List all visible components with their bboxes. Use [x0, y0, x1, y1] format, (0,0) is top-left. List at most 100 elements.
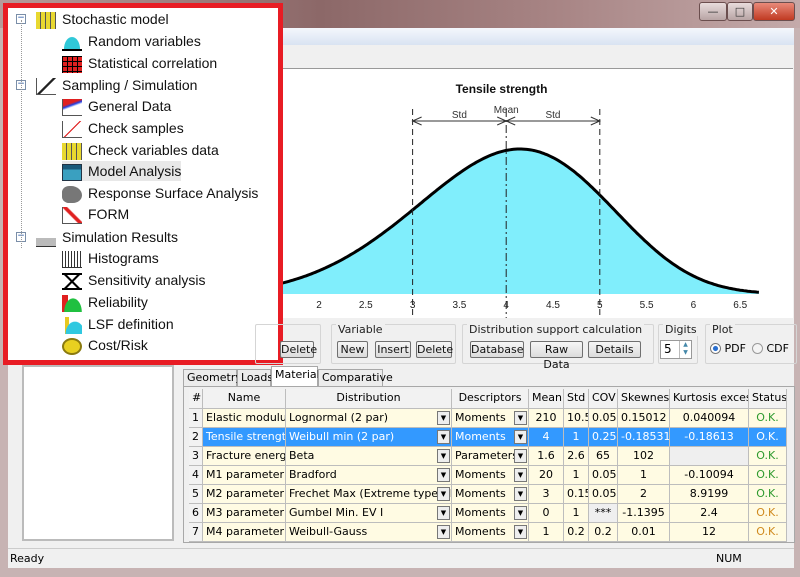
column-header[interactable]: Mean [529, 389, 564, 409]
std-cell[interactable]: 0.15 [564, 485, 589, 504]
dropdown-arrow-icon[interactable]: ▼ [437, 468, 450, 482]
dropdown-arrow-icon[interactable]: ▼ [437, 411, 450, 425]
pdf-radio[interactable]: PDF [710, 342, 746, 355]
tab-comparative-values[interactable]: Comparative values [318, 369, 393, 400]
skewness-cell[interactable]: 0.01 [618, 523, 670, 542]
descriptors-select[interactable]: Parameters ▼ [452, 447, 529, 466]
dropdown-arrow-icon[interactable]: ▼ [514, 525, 527, 539]
name-cell[interactable]: M3 parameter [203, 504, 286, 523]
tree-item-sensitivity-analysis[interactable]: Sensitivity analysis [62, 270, 206, 290]
descriptors-select[interactable]: Moments ▼ [452, 485, 529, 504]
skewness-cell[interactable]: 2 [618, 485, 670, 504]
dropdown-arrow-icon[interactable]: ▼ [514, 411, 527, 425]
mean-cell[interactable]: 0 [529, 504, 564, 523]
cdf-radio[interactable]: CDF [752, 342, 789, 355]
tree-item-simulation-results[interactable]: Simulation Results [36, 227, 178, 247]
raw-data-button[interactable]: Raw Data [530, 341, 583, 371]
distribution-select[interactable]: Gumbel Min. EV I ▼ [286, 504, 452, 523]
descriptors-select[interactable]: Moments ▼ [452, 523, 529, 542]
std-cell[interactable]: 0.2 [564, 523, 589, 542]
digits-spinner[interactable]: 5 ▲ ▼ [660, 340, 692, 359]
delete-variable-button[interactable]: Delete [416, 341, 453, 358]
tree-item-random-variables[interactable]: Random variables [62, 31, 201, 51]
descriptors-select[interactable]: Moments ▼ [452, 466, 529, 485]
name-cell[interactable]: M1 parameter [203, 466, 286, 485]
cov-cell[interactable]: *** [589, 504, 618, 523]
tree-item-general-data[interactable]: General Data [62, 96, 171, 116]
column-header[interactable]: Kurtosis excess [670, 389, 749, 409]
std-cell[interactable]: 1 [564, 504, 589, 523]
tree-item-histograms[interactable]: Histograms [62, 248, 159, 268]
mean-cell[interactable]: 4 [529, 428, 564, 447]
minimize-button[interactable]: — [699, 2, 727, 21]
descriptors-select[interactable]: Moments ▼ [452, 409, 529, 428]
tree-item-statistical-correlation[interactable]: Statistical correlation [62, 53, 217, 73]
dropdown-arrow-icon[interactable]: ▼ [514, 468, 527, 482]
name-cell[interactable]: M2 parameter [203, 485, 286, 504]
column-header[interactable]: Descriptors [452, 389, 529, 409]
skewness-cell[interactable]: 1 [618, 466, 670, 485]
skewness-cell[interactable]: -1.1395 [618, 504, 670, 523]
tree-item-check-samples[interactable]: Check samples [62, 118, 184, 138]
distribution-select[interactable]: Weibull-Gauss ▼ [286, 523, 452, 542]
tab-geometry[interactable]: Geometry [183, 369, 242, 386]
tree-item-stochastic-model[interactable]: Stochastic model [36, 9, 169, 29]
name-cell[interactable]: Tensile strength [203, 428, 286, 447]
distribution-select[interactable]: Frechet Max (Extreme type III) ▼ [286, 485, 452, 504]
column-header[interactable]: # [189, 389, 203, 409]
tree-item-cost-risk[interactable]: Cost/Risk [62, 335, 148, 355]
distribution-select[interactable]: Bradford ▼ [286, 466, 452, 485]
dropdown-arrow-icon[interactable]: ▼ [514, 506, 527, 520]
close-button[interactable]: ✕ [753, 2, 795, 21]
mean-cell[interactable]: 3 [529, 485, 564, 504]
dropdown-arrow-icon[interactable]: ▼ [437, 449, 450, 463]
variable-list[interactable] [22, 365, 174, 541]
cov-cell[interactable]: 0.05 [589, 466, 618, 485]
tree-item-lsf-definition[interactable]: LSF definition [62, 314, 174, 334]
cov-cell[interactable]: 0.2 [589, 523, 618, 542]
maximize-button[interactable]: □ [727, 2, 753, 21]
std-cell[interactable]: 1 [564, 428, 589, 447]
spinner-arrows-icon[interactable]: ▲ ▼ [679, 341, 691, 358]
dropdown-arrow-icon[interactable]: ▼ [514, 430, 527, 444]
dropdown-arrow-icon[interactable]: ▼ [437, 506, 450, 520]
tab-material[interactable]: Material [271, 366, 320, 386]
column-header[interactable]: Std [564, 389, 589, 409]
tree-item-sampling-simulation[interactable]: Sampling / Simulation [36, 75, 197, 95]
cov-cell[interactable]: 0.05 [589, 409, 618, 428]
distribution-select[interactable]: Beta ▼ [286, 447, 452, 466]
column-header[interactable]: Skewness [618, 389, 670, 409]
dropdown-arrow-icon[interactable]: ▼ [437, 487, 450, 501]
mean-cell[interactable]: 1 [529, 523, 564, 542]
cov-cell[interactable]: 0.25 [589, 428, 618, 447]
skewness-cell[interactable]: -0.18531 [618, 428, 670, 447]
distribution-select[interactable]: Lognormal (2 par) ▼ [286, 409, 452, 428]
delete-button-1[interactable]: Delete [280, 341, 317, 358]
name-cell[interactable]: Elastic modulus [203, 409, 286, 428]
cov-cell[interactable]: 65 [589, 447, 618, 466]
tree-item-model-analysis[interactable]: Model Analysis [62, 161, 182, 181]
dropdown-arrow-icon[interactable]: ▼ [514, 449, 527, 463]
tab-loads[interactable]: Loads [237, 369, 273, 386]
skewness-cell[interactable]: 102 [618, 447, 670, 466]
skewness-cell[interactable]: 0.15012 [618, 409, 670, 428]
column-header[interactable]: COV [589, 389, 618, 409]
dropdown-arrow-icon[interactable]: ▼ [437, 525, 450, 539]
cov-cell[interactable]: 0.05 [589, 485, 618, 504]
name-cell[interactable]: Fracture energy [203, 447, 286, 466]
column-header[interactable]: Distribution [286, 389, 452, 409]
details-button[interactable]: Details [588, 341, 641, 358]
std-cell[interactable]: 10.5 [564, 409, 589, 428]
name-cell[interactable]: M4 parameter [203, 523, 286, 542]
mean-cell[interactable]: 210 [529, 409, 564, 428]
column-header[interactable]: Name [203, 389, 286, 409]
distribution-select[interactable]: Weibull min (2 par) ▼ [286, 428, 452, 447]
dropdown-arrow-icon[interactable]: ▼ [514, 487, 527, 501]
column-header[interactable]: Status [749, 389, 787, 409]
dropdown-arrow-icon[interactable]: ▼ [437, 430, 450, 444]
mean-cell[interactable]: 1.6 [529, 447, 564, 466]
new-variable-button[interactable]: New [337, 341, 368, 358]
std-cell[interactable]: 1 [564, 466, 589, 485]
tree-item-response-surface-analysis[interactable]: Response Surface Analysis [62, 183, 258, 203]
std-cell[interactable]: 2.6 [564, 447, 589, 466]
